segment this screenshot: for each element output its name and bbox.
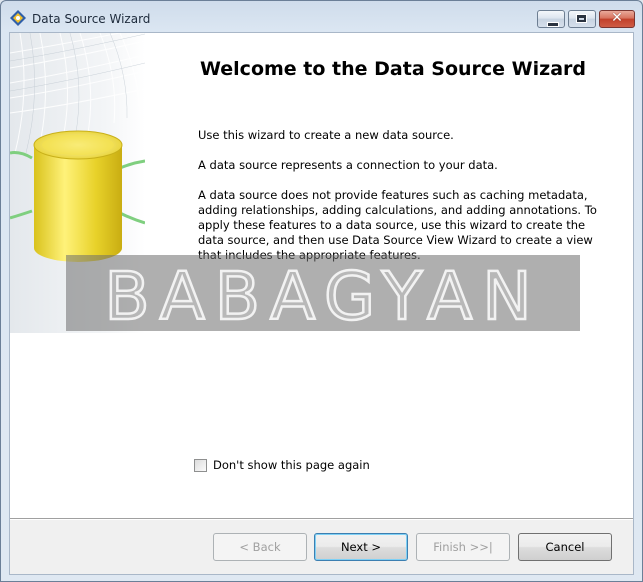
dont-show-again-label[interactable]: Don't show this page again <box>213 458 370 472</box>
minimize-button[interactable] <box>537 10 565 28</box>
wizard-app-icon <box>10 10 26 26</box>
cancel-button[interactable]: Cancel <box>518 533 612 561</box>
maximize-icon <box>577 15 586 22</box>
close-icon: ✕ <box>611 10 623 26</box>
wizard-window: Data Source Wizard ✕ Welcome to the Data… <box>0 0 643 582</box>
back-button[interactable]: < Back <box>213 533 307 561</box>
watermark-logo: BABAGYAN <box>103 257 541 337</box>
next-button[interactable]: Next > <box>314 533 408 561</box>
title-bar[interactable]: Data Source Wizard ✕ <box>1 1 642 31</box>
finish-button[interactable]: Finish >>| <box>416 533 510 561</box>
close-button[interactable]: ✕ <box>599 10 635 28</box>
watermark-overlay: BABAGYAN <box>66 255 580 337</box>
minimize-icon <box>547 22 559 27</box>
wizard-heading: Welcome to the Data Source Wizard <box>200 58 586 80</box>
intro-paragraph-3: A data source does not provide features … <box>198 188 597 262</box>
maximize-button[interactable] <box>568 10 596 28</box>
window-title: Data Source Wizard <box>32 12 151 26</box>
wizard-client-area: Welcome to the Data Source Wizard Use th… <box>9 32 634 575</box>
intro-paragraph-1: Use this wizard to create a new data sou… <box>198 128 454 142</box>
dont-show-again-checkbox[interactable] <box>194 459 207 472</box>
intro-paragraph-2: A data source represents a connection to… <box>198 158 498 172</box>
wizard-footer: < Back Next > Finish >>| Cancel <box>10 520 633 574</box>
watermark-text: BABAGYAN <box>104 258 541 331</box>
